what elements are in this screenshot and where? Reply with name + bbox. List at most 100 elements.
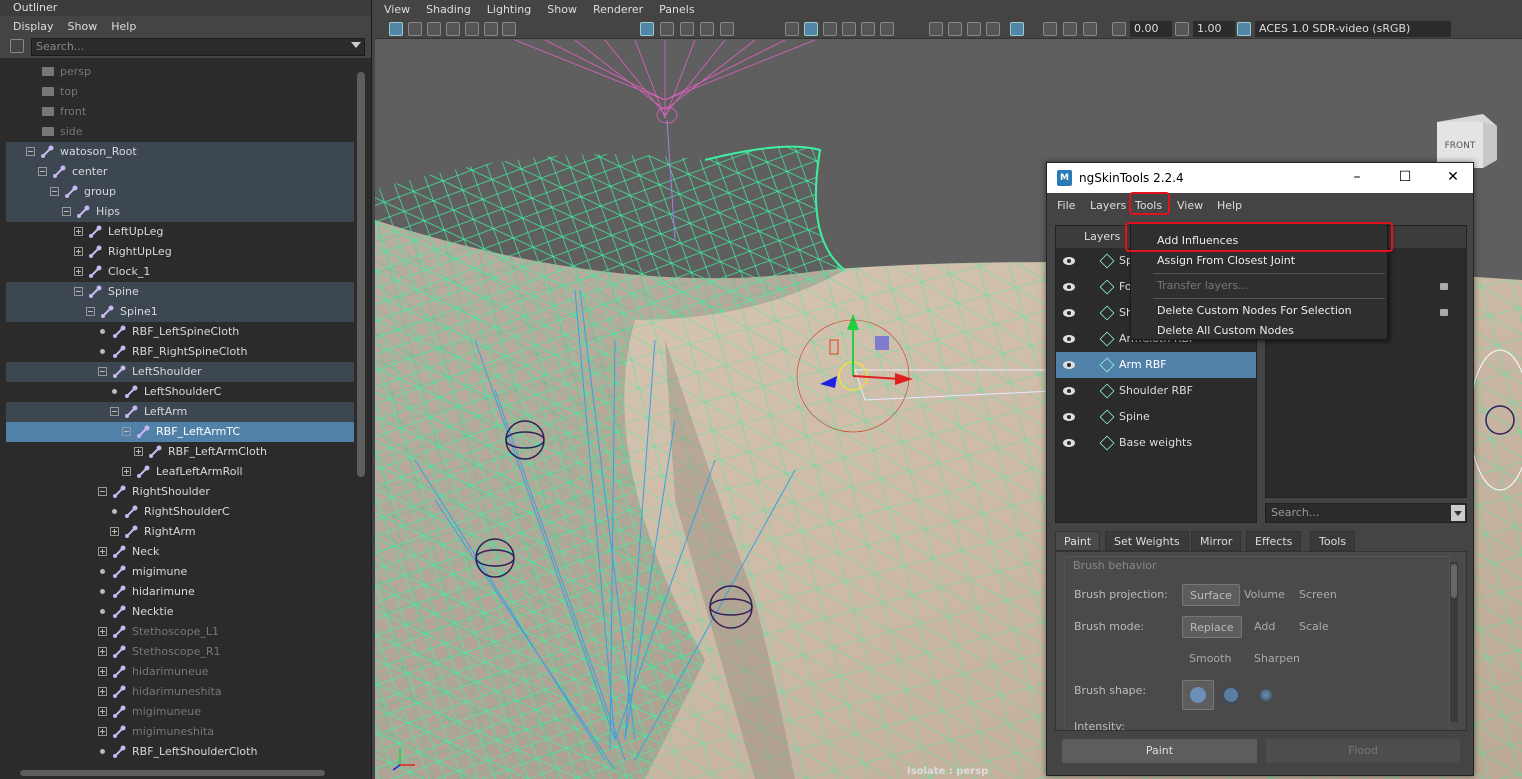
collapse-icon[interactable] xyxy=(74,287,83,296)
outliner-node[interactable]: LeftShoulderC xyxy=(6,382,354,402)
outliner-node[interactable]: group xyxy=(6,182,354,202)
resolution-gate-icon[interactable] xyxy=(680,22,694,36)
expand-icon[interactable] xyxy=(98,687,107,696)
mode-add-button[interactable]: Add xyxy=(1247,616,1282,638)
2d-pan-zoom-icon[interactable] xyxy=(465,22,479,36)
minimize-icon[interactable]: – xyxy=(1349,169,1365,185)
select-camera-icon[interactable] xyxy=(389,22,403,36)
outliner-node[interactable]: migimune xyxy=(6,562,354,582)
outliner-node[interactable]: Clock_1 xyxy=(6,262,354,282)
viewport-menu-view[interactable]: View xyxy=(384,3,410,16)
menu-item-assign-from-closest-joint[interactable]: Assign From Closest Joint xyxy=(1157,251,1295,271)
expand-icon[interactable] xyxy=(134,447,143,456)
outliner-node[interactable]: LeftUpLeg xyxy=(6,222,354,242)
bookmark-icon[interactable] xyxy=(427,22,441,36)
expand-icon[interactable] xyxy=(98,627,107,636)
expand-icon[interactable] xyxy=(98,667,107,676)
menu-item-delete-all-custom-nodes[interactable]: Delete All Custom Nodes xyxy=(1157,321,1294,341)
eye-icon[interactable] xyxy=(1063,257,1075,265)
use-lights-icon[interactable] xyxy=(861,22,875,36)
scrollbar-thumb[interactable] xyxy=(20,770,325,776)
outliner-node[interactable]: RightShoulderC xyxy=(6,502,354,522)
expand-icon[interactable] xyxy=(74,247,83,256)
scrollbar-thumb[interactable] xyxy=(1451,564,1457,598)
collapse-icon[interactable] xyxy=(86,307,95,316)
scrollbar-thumb[interactable] xyxy=(357,72,365,477)
multisample-icon[interactable] xyxy=(1043,22,1057,36)
field-chart-icon[interactable] xyxy=(720,22,734,36)
lock-icon[interactable] xyxy=(1440,309,1448,316)
film-gate-icon[interactable] xyxy=(660,22,674,36)
collapse-icon[interactable] xyxy=(50,187,59,196)
wireframe-icon[interactable] xyxy=(785,22,799,36)
outliner-node[interactable]: LeftArm xyxy=(6,402,354,422)
gate-mask-icon[interactable] xyxy=(700,22,714,36)
depth-of-field-icon[interactable] xyxy=(1063,22,1077,36)
gamma-field[interactable]: 1.00 xyxy=(1193,21,1235,37)
filter-options-icon[interactable] xyxy=(10,39,24,53)
outliner-node[interactable]: Stethoscope_R1 xyxy=(6,642,354,662)
expand-icon[interactable] xyxy=(98,547,107,556)
outliner-node[interactable]: hidarimuneue xyxy=(6,662,354,682)
outliner-node[interactable]: RBF_LeftShoulderCloth xyxy=(6,742,354,762)
smooth-shade-icon[interactable] xyxy=(804,22,818,36)
outliner-node[interactable]: persp xyxy=(6,62,354,82)
gamma-icon[interactable] xyxy=(1175,22,1189,36)
flood-button[interactable]: Flood xyxy=(1266,739,1460,763)
projection-volume-button[interactable]: Volume xyxy=(1237,584,1292,606)
mode-sharpen-button[interactable]: Sharpen xyxy=(1247,648,1307,670)
collapse-icon[interactable] xyxy=(122,427,131,436)
expand-icon[interactable] xyxy=(98,647,107,656)
outliner-node[interactable]: center xyxy=(6,162,354,182)
eye-icon[interactable] xyxy=(1063,335,1075,343)
outliner-menu-show[interactable]: Show xyxy=(68,20,98,33)
outliner-node[interactable]: Spine1 xyxy=(6,302,354,322)
layer-row[interactable]: Spine xyxy=(1056,404,1256,430)
xray-joints-icon[interactable] xyxy=(948,22,962,36)
mode-scale-button[interactable]: Scale xyxy=(1292,616,1336,638)
camera-attributes-icon[interactable] xyxy=(408,22,422,36)
outliner-node[interactable]: top xyxy=(6,82,354,102)
menu-item-delete-custom-nodes-for-selection[interactable]: Delete Custom Nodes For Selection xyxy=(1157,301,1352,321)
soft-brush-icon[interactable] xyxy=(1224,688,1238,702)
tab-set-weights[interactable]: Set Weights xyxy=(1105,531,1189,551)
menu-help[interactable]: Help xyxy=(1217,199,1242,212)
chevron-down-icon[interactable] xyxy=(1451,505,1465,521)
outliner-node[interactable]: LeafLeftArmRoll xyxy=(6,462,354,482)
collapse-icon[interactable] xyxy=(38,167,47,176)
collapse-icon[interactable] xyxy=(26,147,35,156)
outliner-node[interactable]: Stethoscope_L1 xyxy=(6,622,354,642)
outliner-node[interactable]: Hips xyxy=(6,202,354,222)
outliner-node[interactable]: LeftShoulder xyxy=(6,362,354,382)
gaussian-brush-icon[interactable] xyxy=(1260,689,1272,701)
layer-row[interactable]: Shoulder RBF xyxy=(1056,378,1256,404)
collapse-icon[interactable] xyxy=(98,487,107,496)
expand-icon[interactable] xyxy=(98,707,107,716)
outliner-node[interactable]: RightShoulder xyxy=(6,482,354,502)
outliner-node[interactable]: migimuneue xyxy=(6,702,354,722)
ambient-occlusion-icon[interactable] xyxy=(967,22,981,36)
outliner-node[interactable]: RBF_LeftArmCloth xyxy=(6,442,354,462)
expand-icon[interactable] xyxy=(110,527,119,536)
viewport-menu-shading[interactable]: Shading xyxy=(426,3,471,16)
viewport-menu-lighting[interactable]: Lighting xyxy=(487,3,531,16)
outliner-menu-display[interactable]: Display xyxy=(13,20,54,33)
color-space-dropdown[interactable]: ACES 1.0 SDR-video (sRGB) xyxy=(1255,21,1451,37)
outliner-node[interactable]: RightUpLeg xyxy=(6,242,354,262)
expand-icon[interactable] xyxy=(74,227,83,236)
outliner-node[interactable]: hidarimuneshita xyxy=(6,682,354,702)
textured-icon[interactable] xyxy=(842,22,856,36)
motion-blur-icon[interactable] xyxy=(986,22,1000,36)
projection-screen-button[interactable]: Screen xyxy=(1292,584,1344,606)
exposure-icon[interactable] xyxy=(1112,22,1126,36)
expand-icon[interactable] xyxy=(98,727,107,736)
viewport-menu-renderer[interactable]: Renderer xyxy=(593,3,643,16)
lock-icon[interactable] xyxy=(1440,283,1448,290)
menu-file[interactable]: File xyxy=(1057,199,1075,212)
brush-shape-solid-button[interactable] xyxy=(1182,680,1214,710)
viewport-menu-panels[interactable]: Panels xyxy=(659,3,694,16)
outliner-node[interactable]: watoson_Root xyxy=(6,142,354,162)
tab-tools[interactable]: Tools xyxy=(1310,531,1356,551)
screen-space-icon[interactable] xyxy=(1083,22,1097,36)
outliner-node[interactable]: Neck xyxy=(6,542,354,562)
